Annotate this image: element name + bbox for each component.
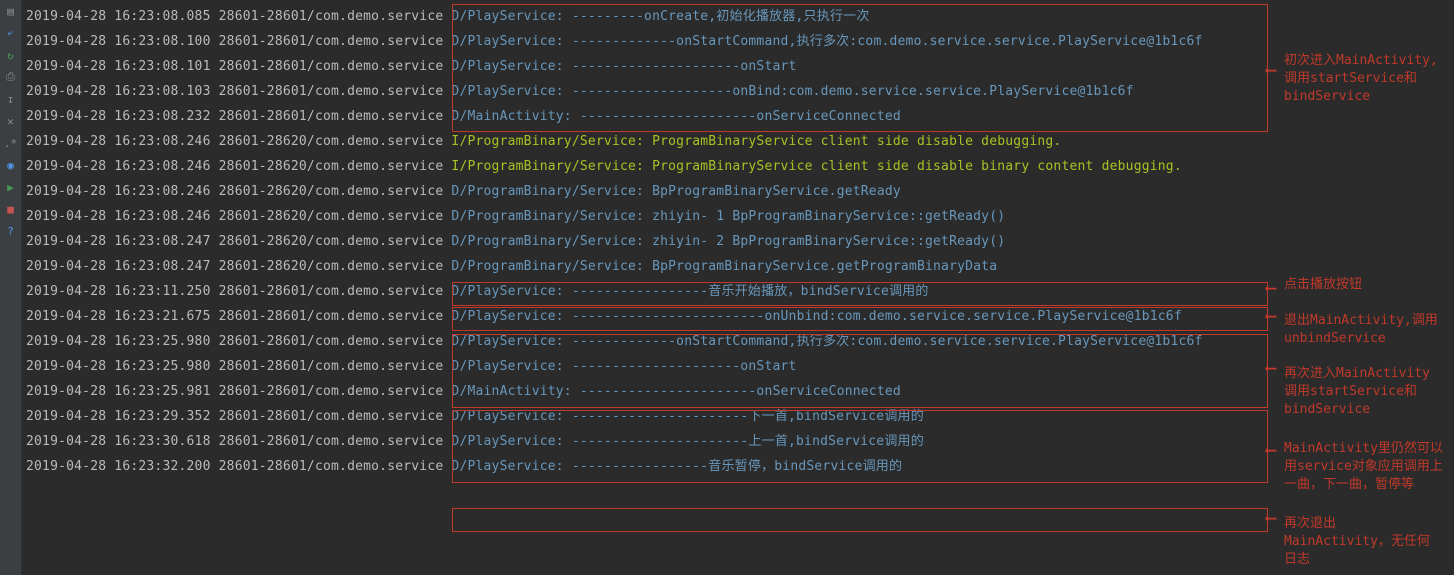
restart-icon[interactable]: ↻ [4,48,18,62]
filter-icon[interactable]: ▤ [4,4,18,18]
log-line: 2019-04-28 16:23:11.250 28601-28601/com.… [26,279,1454,304]
log-line: 2019-04-28 16:23:08.232 28601-28601/com.… [26,104,1454,129]
print-icon[interactable]: ⎙ [4,70,18,84]
annotation-text: MainActivity里仍然可以 用service对象应用调用上 一曲，下一曲… [1284,440,1443,494]
annotation-arrow-icon: ⟵ [1266,306,1276,325]
scroll-end-icon[interactable]: ↧ [4,92,18,106]
log-line: 2019-04-28 16:23:08.100 28601-28601/com.… [26,29,1454,54]
log-line: 2019-04-28 16:23:30.618 28601-28601/com.… [26,429,1454,454]
logcat-gutter: ▤ ⤶ ↻ ⎙ ↧ ✕ .* ◉ ▶ ■? [0,0,22,575]
annotation-text: 点击播放按钮 [1284,276,1362,294]
log-line: 2019-04-28 16:23:08.246 28601-28620/com.… [26,204,1454,229]
log-line: 2019-04-28 16:23:08.247 28601-28620/com.… [26,254,1454,279]
log-line: 2019-04-28 16:23:29.352 28601-28601/com.… [26,404,1454,429]
log-line: 2019-04-28 16:23:08.246 28601-28620/com.… [26,154,1454,179]
log-line: 2019-04-28 16:23:08.246 28601-28620/com.… [26,129,1454,154]
annotation-text: 再次退出 MainActivity，无任何 日志 [1284,515,1430,569]
annotation-arrow-icon: ⟵ [1266,508,1276,527]
annotation-text: 初次进入MainActivity, 调用startService和 bindSe… [1284,52,1438,106]
stop-icon[interactable]: ■ [4,202,18,216]
logcat-output[interactable]: 2019-04-28 16:23:08.085 28601-28601/com.… [22,0,1454,575]
annotation-arrow-icon: ⟵ [1266,358,1276,377]
record-icon[interactable]: ▶ [4,180,18,194]
log-line: 2019-04-28 16:23:32.200 28601-28601/com.… [26,454,1454,479]
clear-icon[interactable]: ✕ [4,114,18,128]
log-line: 2019-04-28 16:23:25.980 28601-28601/com.… [26,354,1454,379]
annotation-text: 再次进入MainActivity 调用startService和 bindSer… [1284,365,1430,419]
log-line: 2019-04-28 16:23:08.103 28601-28601/com.… [26,79,1454,104]
annotation-arrow-icon: ⟵ [1266,60,1276,79]
annotation-arrow-icon: ⟵ [1266,278,1276,297]
log-line: 2019-04-28 16:23:25.981 28601-28601/com.… [26,379,1454,404]
wrap-icon[interactable]: ⤶ [4,26,18,40]
log-line: 2019-04-28 16:23:08.101 28601-28601/com.… [26,54,1454,79]
log-line: 2019-04-28 16:23:08.085 28601-28601/com.… [26,4,1454,29]
annotation-text: 退出MainActivity,调用 unbindService [1284,312,1438,348]
log-line: 2019-04-28 16:23:21.675 28601-28601/com.… [26,304,1454,329]
log-line: 2019-04-28 16:23:08.246 28601-28620/com.… [26,179,1454,204]
camera-icon[interactable]: ◉ [4,158,18,172]
regex-icon[interactable]: .* [4,136,18,150]
log-line: 2019-04-28 16:23:08.247 28601-28620/com.… [26,229,1454,254]
log-line: 2019-04-28 16:23:25.980 28601-28601/com.… [26,329,1454,354]
annotation-arrow-icon: ⟵ [1266,440,1276,459]
help-icon[interactable]: ? [4,224,18,238]
